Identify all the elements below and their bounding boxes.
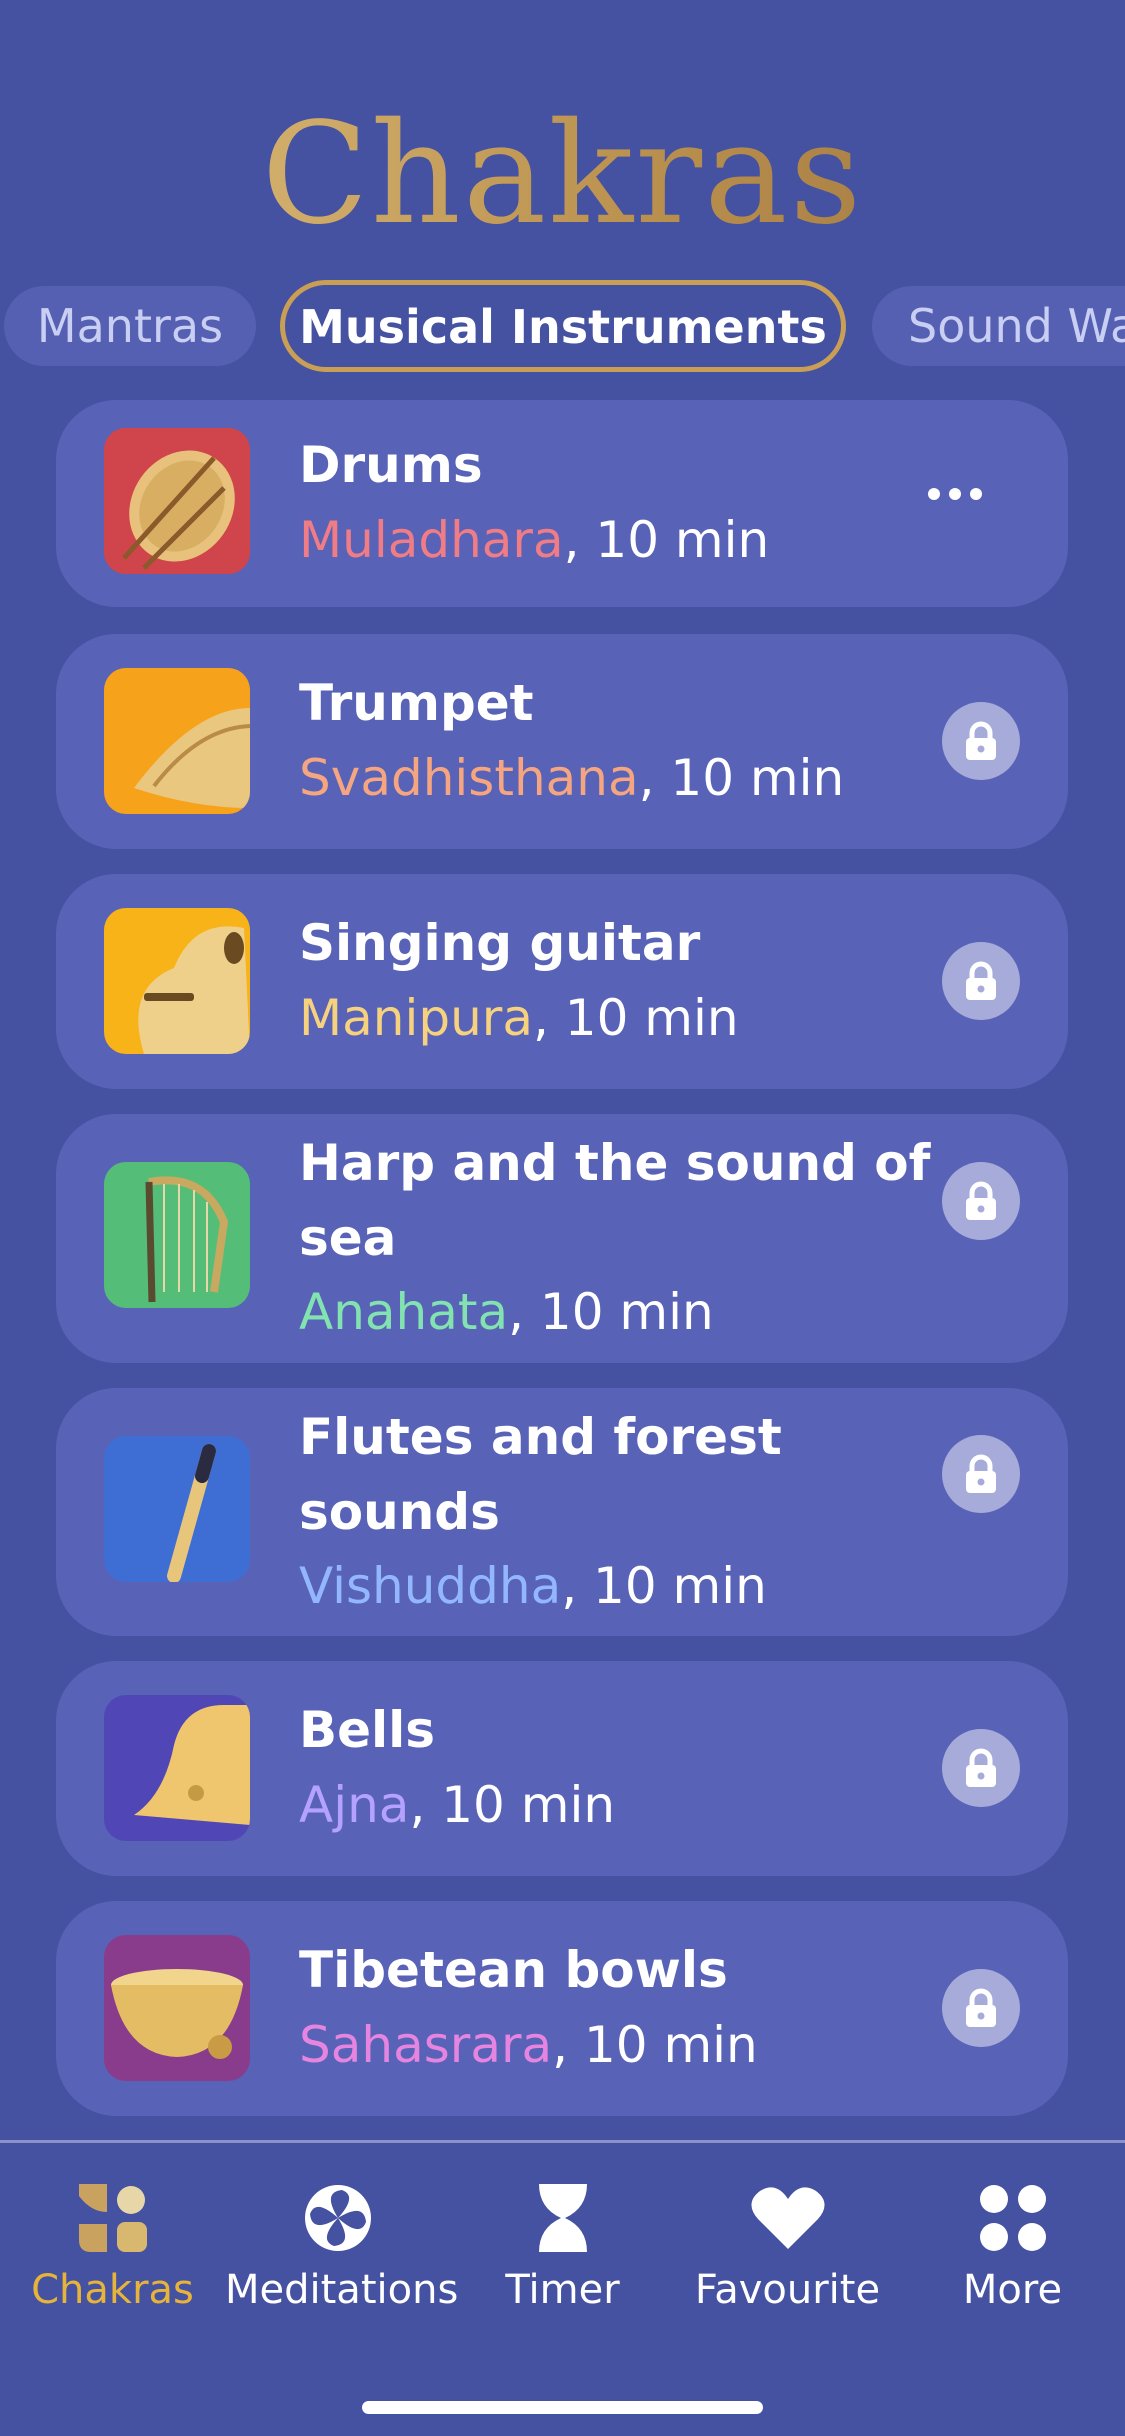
track-subtitle: Manipura, 10 min (299, 981, 739, 1056)
page-title: Chakras (0, 95, 1125, 255)
lock-icon[interactable] (942, 1162, 1020, 1240)
track-duration: , 10 min (638, 749, 845, 807)
bottom-tab-bar: Chakras Meditations Timer Favourite More (0, 2143, 1125, 2436)
grid-dots-icon (900, 2173, 1125, 2263)
track-card-drums[interactable]: Drums Muladhara, 10 min (56, 400, 1068, 607)
bowl-thumbnail (104, 1935, 250, 2081)
nav-label: Meditations (225, 2267, 459, 2313)
track-duration: , 10 min (409, 1776, 616, 1834)
category-tabs: Mantras Musical Instruments Sound Wa (0, 280, 1125, 372)
nav-label: Chakras (31, 2267, 194, 2313)
lock-icon[interactable] (942, 1435, 1020, 1513)
nav-label: Favourite (694, 2267, 881, 2313)
lock-icon[interactable] (942, 942, 1020, 1020)
nav-more[interactable]: More (900, 2173, 1125, 2313)
bell-thumbnail (104, 1695, 250, 1841)
chakras-icon (0, 2173, 225, 2263)
nav-chakras[interactable]: Chakras (0, 2173, 225, 2313)
lock-icon[interactable] (942, 1729, 1020, 1807)
drums-thumbnail (104, 428, 250, 574)
lock-icon[interactable] (942, 702, 1020, 780)
chakra-name: Vishuddha (299, 1557, 562, 1615)
track-title: Trumpet (299, 674, 534, 732)
track-title: Tibetean bowls (299, 1941, 728, 1999)
chakra-name: Muladhara (299, 511, 564, 569)
meditations-icon (225, 2173, 450, 2263)
track-title: Bells (299, 1701, 436, 1759)
chakra-name: Manipura (299, 989, 533, 1047)
trumpet-thumbnail (104, 668, 250, 814)
home-indicator (362, 2401, 763, 2414)
track-subtitle: Muladhara, 10 min (299, 503, 769, 578)
track-subtitle: Vishuddha, 10 min (299, 1549, 767, 1624)
nav-label: More (962, 2267, 1063, 2313)
flute-thumbnail (104, 1436, 250, 1582)
chakra-name: Svadhisthana (299, 749, 639, 807)
nav-favourite[interactable]: Favourite (675, 2173, 900, 2313)
track-duration: , 10 min (508, 1283, 714, 1341)
track-card-trumpet[interactable]: Trumpet Svadhisthana, 10 min (56, 634, 1068, 849)
track-subtitle: Svadhisthana, 10 min (299, 741, 844, 816)
track-title: Harp and the sound of sea (299, 1134, 931, 1267)
track-title: Singing guitar (299, 914, 701, 972)
track-card-tibetean-bowls[interactable]: Tibetean bowls Sahasrara, 10 min (56, 1901, 1068, 2116)
track-card-singing-guitar[interactable]: Singing guitar Manipura, 10 min (56, 874, 1068, 1089)
chakra-name: Anahata (299, 1283, 509, 1341)
hourglass-icon (450, 2173, 675, 2263)
nav-label: Timer (505, 2267, 620, 2313)
nav-timer[interactable]: Timer (450, 2173, 675, 2313)
track-duration: , 10 min (552, 2016, 758, 2074)
track-subtitle: Anahata, 10 min (299, 1275, 714, 1350)
tab-mantras[interactable]: Mantras (4, 286, 256, 366)
tab-musical-instruments[interactable]: Musical Instruments (280, 280, 846, 372)
tab-sound-waves[interactable]: Sound Wa (872, 286, 1125, 366)
track-title: Drums (299, 436, 483, 494)
track-subtitle: Sahasrara, 10 min (299, 2008, 758, 2083)
track-card-bells[interactable]: Bells Ajna, 10 min (56, 1661, 1068, 1876)
track-title: Flutes and forest sounds (299, 1408, 782, 1541)
chakra-name: Ajna (299, 1776, 410, 1834)
harp-thumbnail (104, 1162, 250, 1308)
track-card-harp[interactable]: Harp and the sound of sea Anahata, 10 mi… (56, 1114, 1068, 1363)
guitar-thumbnail (104, 908, 250, 1054)
track-duration: , 10 min (532, 989, 739, 1047)
heart-icon (675, 2173, 900, 2263)
chakra-name: Sahasrara (299, 2016, 553, 2074)
more-options-icon[interactable] (928, 488, 982, 502)
track-subtitle: Ajna, 10 min (299, 1768, 615, 1843)
track-duration: , 10 min (561, 1557, 767, 1615)
nav-meditations[interactable]: Meditations (225, 2173, 459, 2313)
lock-icon[interactable] (942, 1969, 1020, 2047)
track-card-flutes[interactable]: Flutes and forest sounds Vishuddha, 10 m… (56, 1388, 1068, 1636)
track-duration: , 10 min (563, 511, 770, 569)
